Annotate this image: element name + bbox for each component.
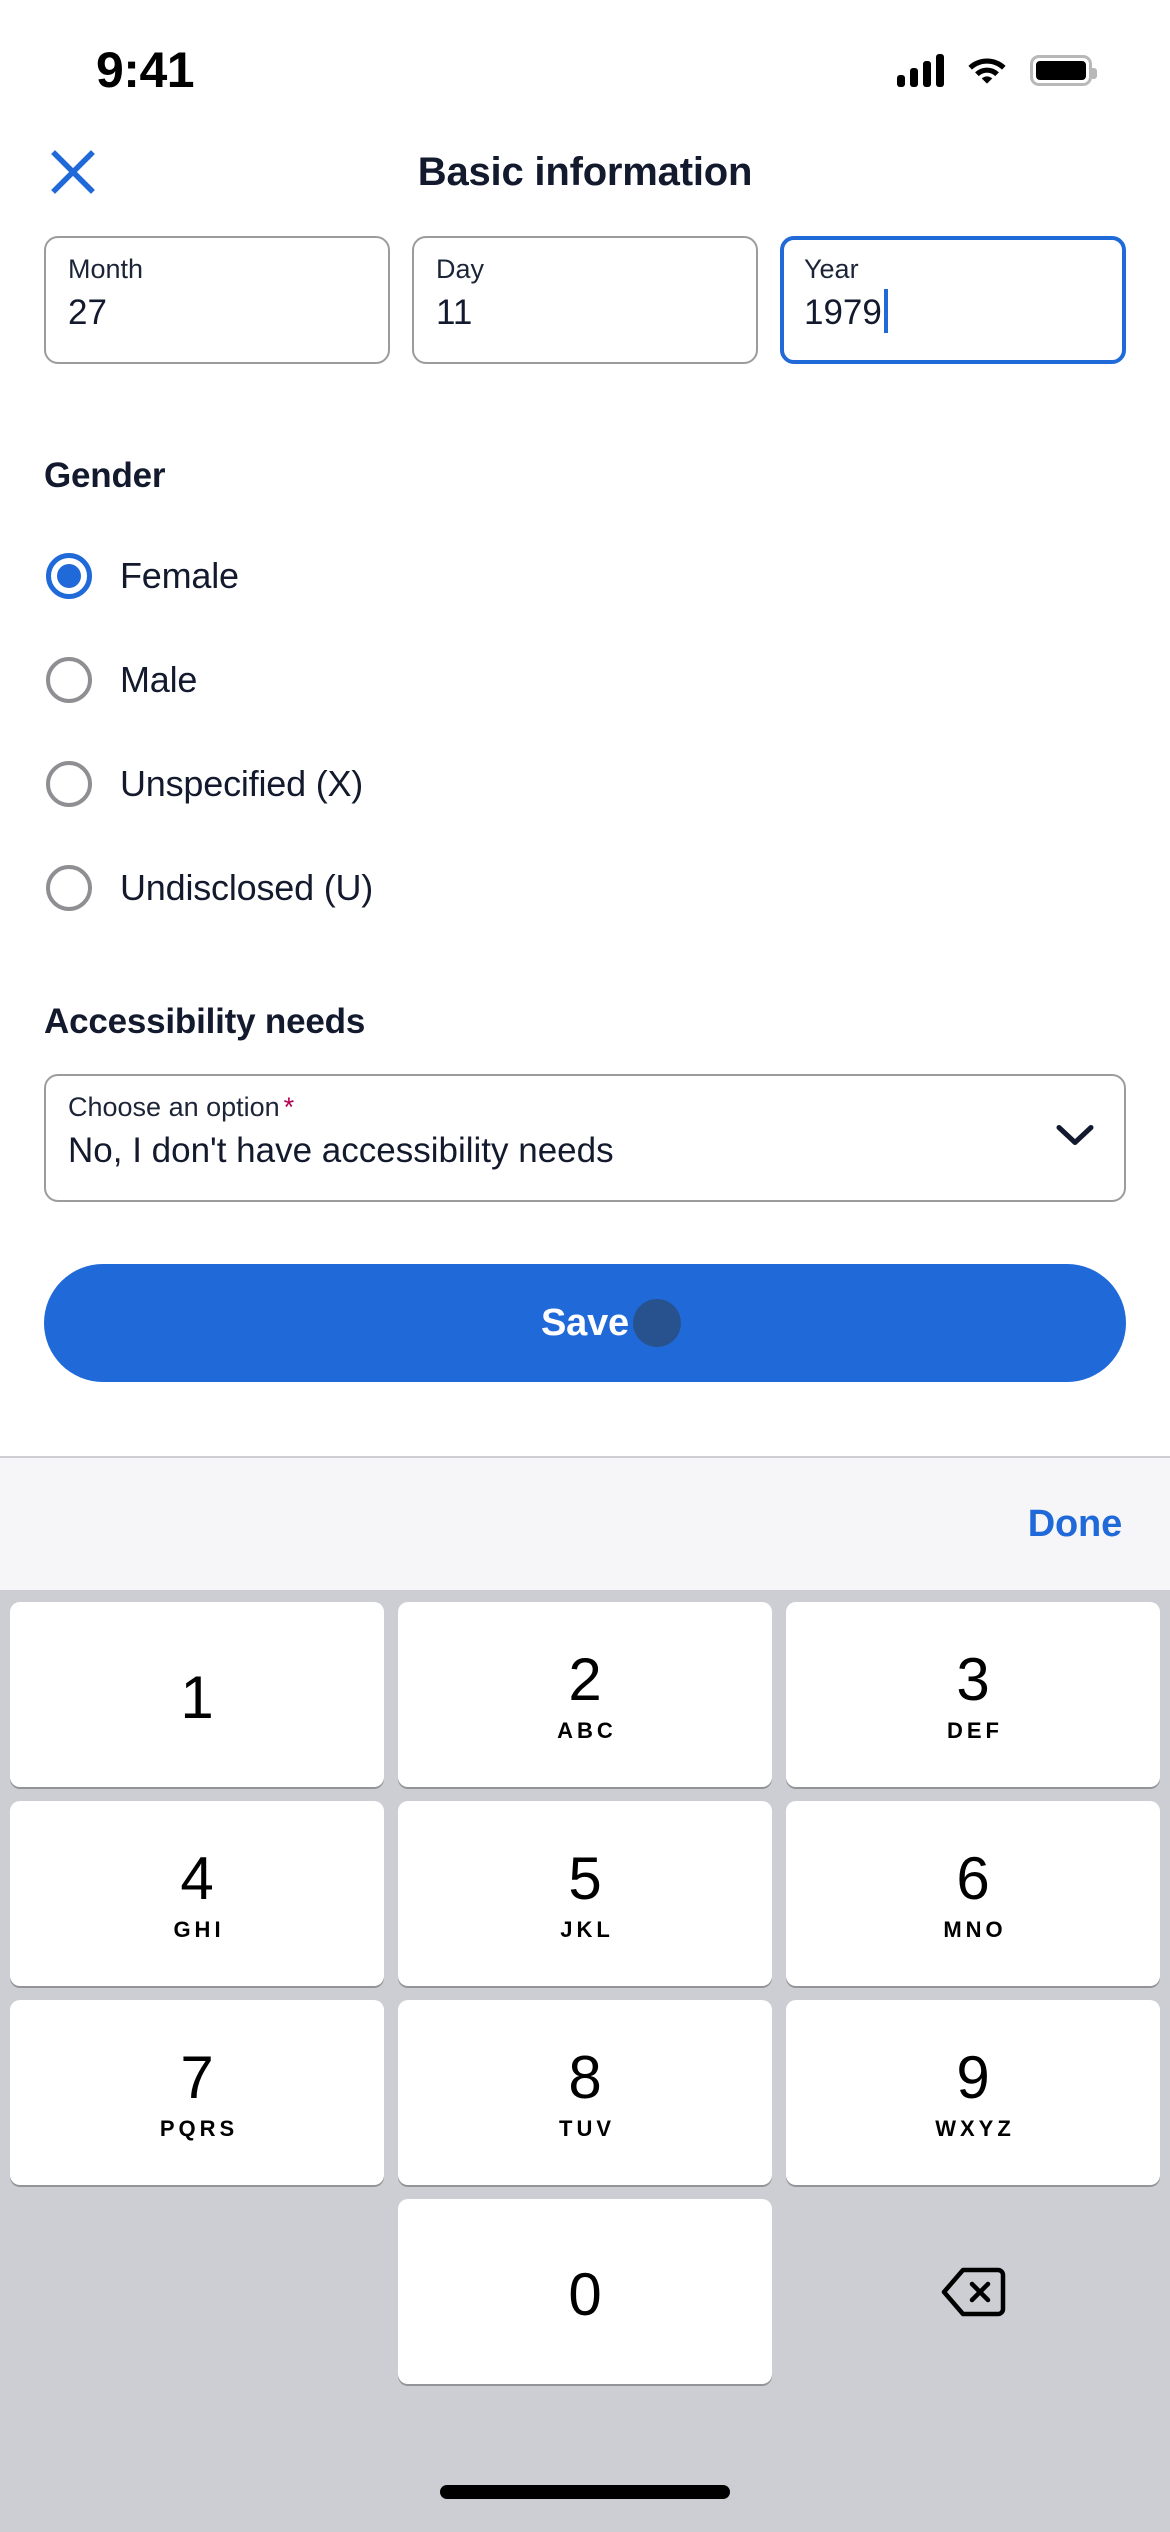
accessibility-select-label-text: Choose an option — [68, 1092, 280, 1122]
key-3-letters: DEF — [947, 1718, 1003, 1743]
keyboard-done-button[interactable]: Done — [1028, 1503, 1122, 1546]
key-8-number: 8 — [568, 2044, 602, 2111]
gender-option-undisclosed[interactable]: Undisclosed (U) — [44, 836, 1126, 940]
key-1[interactable]: 1 — [10, 1602, 384, 1787]
key-9-letters: WXYZ — [935, 2116, 1015, 2141]
battery-full-icon — [1030, 54, 1097, 86]
key-3-number: 3 — [956, 1646, 990, 1713]
key-5-letters: JKL — [560, 1917, 614, 1942]
gender-option-female[interactable]: Female — [44, 524, 1126, 628]
form-content: Month 27 Day 11 Year 1979 Gender Female … — [0, 236, 1170, 1382]
status-bar-time: 9:41 — [96, 42, 195, 98]
radio-icon-female[interactable] — [46, 553, 92, 599]
close-x-icon — [51, 150, 95, 194]
status-bar-icons — [897, 52, 1097, 89]
gender-option-female-label: Female — [120, 555, 239, 596]
status-bar: 9:41 — [0, 0, 1170, 118]
accessibility-select-label: Choose an option * — [68, 1094, 1102, 1121]
gender-option-undisclosed-label: Undisclosed (U) — [120, 867, 374, 908]
year-field[interactable]: Year 1979 — [780, 236, 1126, 364]
keypad-row: 4 GHI 5 JKL 6 MNO — [10, 1801, 1160, 1986]
month-field-value: 27 — [68, 293, 107, 332]
key-delete[interactable] — [786, 2199, 1160, 2384]
keyboard: Done 1 2 ABC 3 DEF 4 GHI 5 JKL 6 MNO 7 P… — [0, 1456, 1170, 2532]
numeric-keypad: 1 2 ABC 3 DEF 4 GHI 5 JKL 6 MNO 7 PQRS 8… — [0, 1590, 1170, 2440]
key-2[interactable]: 2 ABC — [398, 1602, 772, 1787]
keypad-row: 0 — [10, 2199, 1160, 2384]
key-4-number: 4 — [180, 1845, 214, 1912]
gender-radio-group: Female Male Unspecified (X) Undisclosed … — [44, 524, 1126, 940]
year-field-label: Year — [804, 254, 859, 284]
chevron-down-icon — [1056, 1124, 1094, 1153]
key-4-letters: GHI — [173, 1917, 225, 1942]
gender-section-title: Gender — [44, 456, 166, 495]
wifi-icon — [966, 52, 1008, 89]
year-field-value: 1979 — [804, 293, 882, 332]
modal-header: Basic information — [0, 118, 1170, 226]
keypad-row: 1 2 ABC 3 DEF — [10, 1602, 1160, 1787]
keypad-row: 7 PQRS 8 TUV 9 WXYZ — [10, 2000, 1160, 2185]
key-9-number: 9 — [956, 2044, 990, 2111]
gender-option-unspecified-label: Unspecified (X) — [120, 763, 364, 804]
key-7-letters: PQRS — [159, 2116, 239, 2141]
key-5-number: 5 — [568, 1845, 602, 1912]
keyboard-accessory-bar: Done — [0, 1456, 1170, 1590]
key-7[interactable]: 7 PQRS — [10, 2000, 384, 2185]
gender-option-unspecified[interactable]: Unspecified (X) — [44, 732, 1126, 836]
key-0-number: 0 — [568, 2261, 602, 2328]
close-button[interactable] — [44, 143, 102, 201]
radio-icon-undisclosed[interactable] — [46, 865, 92, 911]
backspace-delete-icon — [940, 2266, 1006, 2323]
required-asterisk: * — [283, 1092, 295, 1122]
accessibility-select[interactable]: Choose an option * No, I don't have acces… — [44, 1074, 1126, 1202]
key-7-number: 7 — [180, 2044, 214, 2111]
day-field-label: Day — [436, 254, 485, 284]
save-button[interactable]: Save — [44, 1264, 1126, 1382]
day-field[interactable]: Day 11 — [412, 236, 758, 364]
accessibility-section-title: Accessibility needs — [44, 1002, 366, 1041]
accessibility-select-value: No, I don't have accessibility needs — [68, 1131, 614, 1170]
radio-icon-unspecified[interactable] — [46, 761, 92, 807]
home-indicator-bar[interactable] — [440, 2485, 730, 2499]
key-2-letters: ABC — [557, 1718, 617, 1743]
key-8-letters: TUV — [559, 2116, 615, 2141]
text-caret — [883, 289, 888, 333]
key-8[interactable]: 8 TUV — [398, 2000, 772, 2185]
key-1-number: 1 — [180, 1664, 214, 1731]
gender-option-male-label: Male — [120, 659, 198, 700]
month-field[interactable]: Month 27 — [44, 236, 390, 364]
month-field-label: Month — [68, 254, 144, 284]
key-2-number: 2 — [568, 1646, 602, 1713]
day-field-value: 11 — [436, 293, 473, 332]
key-blank-left — [10, 2199, 384, 2384]
key-6[interactable]: 6 MNO — [786, 1801, 1160, 1986]
key-9[interactable]: 9 WXYZ — [786, 2000, 1160, 2185]
home-indicator-area — [0, 2440, 1170, 2532]
radio-icon-male[interactable] — [46, 657, 92, 703]
save-button-label: Save — [541, 1301, 629, 1344]
touch-point-indicator — [633, 1299, 681, 1347]
key-3[interactable]: 3 DEF — [786, 1602, 1160, 1787]
key-6-letters: MNO — [943, 1917, 1007, 1942]
key-4[interactable]: 4 GHI — [10, 1801, 384, 1986]
cellular-signal-icon — [897, 53, 944, 87]
key-5[interactable]: 5 JKL — [398, 1801, 772, 1986]
date-of-birth-row: Month 27 Day 11 Year 1979 — [44, 236, 1126, 364]
key-6-number: 6 — [956, 1845, 990, 1912]
page-title: Basic information — [417, 149, 753, 194]
key-0[interactable]: 0 — [398, 2199, 772, 2384]
gender-option-male[interactable]: Male — [44, 628, 1126, 732]
